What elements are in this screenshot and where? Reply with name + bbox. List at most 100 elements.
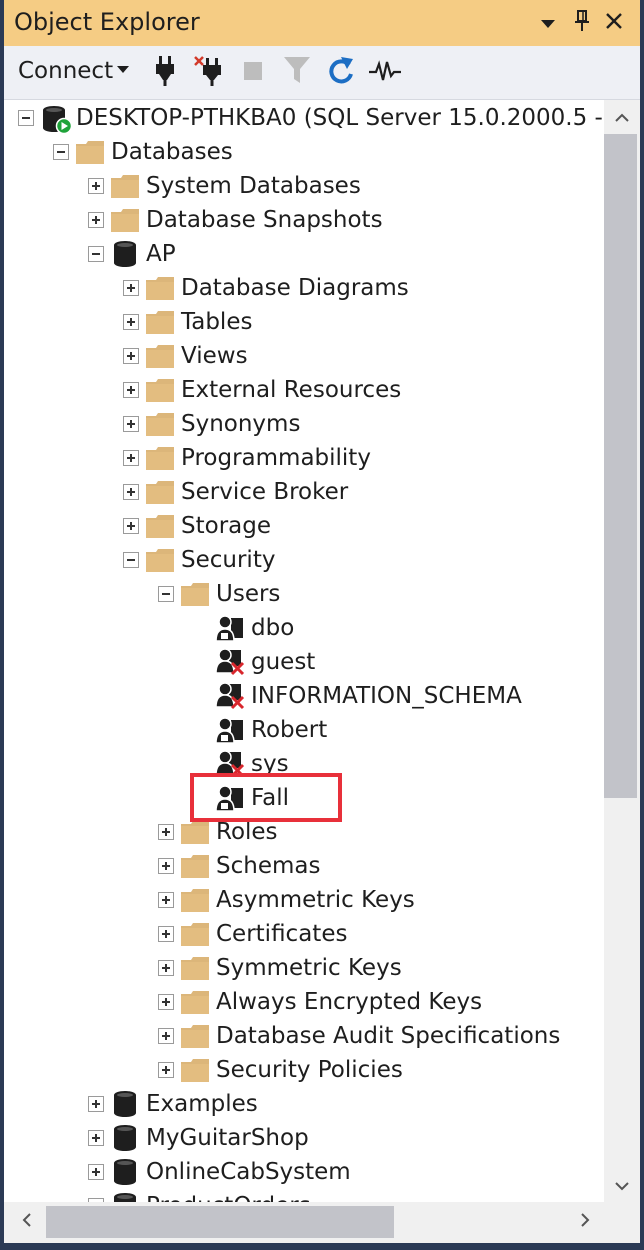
tree-node-databases[interactable]: Databases <box>4 135 604 169</box>
tree-node-certificates[interactable]: Certificates <box>4 917 604 951</box>
expand-icon[interactable] <box>123 484 139 500</box>
expand-icon[interactable] <box>158 994 174 1010</box>
folder-icon <box>180 954 210 982</box>
tree-node-asymmetric-keys[interactable]: Asymmetric Keys <box>4 883 604 917</box>
connect-object-explorer-button[interactable] <box>148 56 182 90</box>
disconnect-button[interactable] <box>192 56 226 90</box>
tree-node-label: AP <box>146 241 176 267</box>
expand-icon[interactable] <box>158 960 174 976</box>
tree-node-information-schema[interactable]: INFORMATION_SCHEMA <box>4 679 604 713</box>
user-disabled-icon <box>215 648 245 676</box>
tree-node-label: Certificates <box>216 921 348 947</box>
tree-node-symmetric-keys[interactable]: Symmetric Keys <box>4 951 604 985</box>
expand-icon[interactable] <box>88 1130 104 1146</box>
folder-icon <box>145 274 175 302</box>
pin-icon <box>574 10 590 36</box>
expand-icon[interactable] <box>88 1164 104 1180</box>
tree-node-users[interactable]: Users <box>4 577 604 611</box>
tree-node-security[interactable]: Security <box>4 543 604 577</box>
refresh-button[interactable] <box>324 56 358 90</box>
tree-node-onlinecabsystem[interactable]: OnlineCabSystem <box>4 1155 604 1189</box>
scroll-up-button[interactable] <box>604 100 640 134</box>
activity-monitor-button[interactable] <box>368 56 402 90</box>
tree-node-database-diagrams[interactable]: Database Diagrams <box>4 271 604 305</box>
tree-node-label: External Resources <box>181 377 402 403</box>
tree-node-guest[interactable]: guest <box>4 645 604 679</box>
tree-node-database-audit-specifications[interactable]: Database Audit Specifications <box>4 1019 604 1053</box>
folder-icon <box>145 308 175 336</box>
stop-icon <box>244 62 262 84</box>
expand-icon[interactable] <box>123 518 139 534</box>
connect-button[interactable]: Connect <box>18 58 130 84</box>
expand-icon[interactable] <box>123 348 139 364</box>
tree-node-examples[interactable]: Examples <box>4 1087 604 1121</box>
close-button[interactable] <box>600 8 628 38</box>
scroll-left-button[interactable] <box>10 1206 44 1238</box>
stop-button[interactable] <box>236 56 270 90</box>
collapse-icon[interactable] <box>18 110 34 126</box>
expand-icon[interactable] <box>123 314 139 330</box>
tree-node-myguitarshop[interactable]: MyGuitarShop <box>4 1121 604 1155</box>
folder-icon <box>145 376 175 404</box>
tree-node-tables[interactable]: Tables <box>4 305 604 339</box>
tree-node-always-encrypted-keys[interactable]: Always Encrypted Keys <box>4 985 604 1019</box>
tree-node-schemas[interactable]: Schemas <box>4 849 604 883</box>
tree-node-label: Views <box>181 343 248 369</box>
collapse-icon[interactable] <box>88 246 104 262</box>
tree-node-dbo[interactable]: dbo <box>4 611 604 645</box>
tree-node-robert[interactable]: Robert <box>4 713 604 747</box>
horizontal-scroll-thumb[interactable] <box>46 1206 394 1238</box>
expand-icon[interactable] <box>123 450 139 466</box>
folder-icon <box>180 1056 210 1084</box>
tree-node-security-policies[interactable]: Security Policies <box>4 1053 604 1087</box>
tree-node-programmability[interactable]: Programmability <box>4 441 604 475</box>
tree-node-ap[interactable]: AP <box>4 237 604 271</box>
tree-node-synonyms[interactable]: Synonyms <box>4 407 604 441</box>
tree-node-external-resources[interactable]: External Resources <box>4 373 604 407</box>
tree-node-label: guest <box>251 649 316 675</box>
expand-icon[interactable] <box>158 824 174 840</box>
expand-icon[interactable] <box>88 212 104 228</box>
collapse-icon[interactable] <box>158 586 174 602</box>
scroll-right-button[interactable] <box>568 1206 602 1238</box>
expand-icon[interactable] <box>158 892 174 908</box>
expand-icon[interactable] <box>123 280 139 296</box>
user-disabled-icon <box>215 682 245 710</box>
database-icon <box>110 1192 140 1202</box>
scroll-down-button[interactable] <box>604 1168 640 1202</box>
tree-node-system-databases[interactable]: System Databases <box>4 169 604 203</box>
expand-icon[interactable] <box>158 926 174 942</box>
expand-icon[interactable] <box>123 382 139 398</box>
collapse-icon[interactable] <box>123 552 139 568</box>
tree-node-storage[interactable]: Storage <box>4 509 604 543</box>
dropdown-button[interactable] <box>534 8 562 38</box>
expand-icon[interactable] <box>88 178 104 194</box>
folder-icon <box>75 138 105 166</box>
collapse-icon[interactable] <box>53 144 69 160</box>
tree-node-views[interactable]: Views <box>4 339 604 373</box>
expand-icon[interactable] <box>158 858 174 874</box>
filter-button[interactable] <box>280 56 314 90</box>
activity-pulse-icon <box>369 59 401 87</box>
tree-node-label: MyGuitarShop <box>146 1125 309 1151</box>
expand-icon[interactable] <box>123 416 139 432</box>
tree-node-productorders[interactable]: ProductOrders <box>4 1189 604 1202</box>
folder-icon <box>180 920 210 948</box>
user-icon <box>215 614 245 642</box>
tree-node-label: OnlineCabSystem <box>146 1159 351 1185</box>
tree-node-label: Tables <box>181 309 253 335</box>
folder-icon <box>180 852 210 880</box>
expand-icon[interactable] <box>88 1096 104 1112</box>
tree-node-desktop-pthkba0-sql-server-15-0-2000-5[interactable]: DESKTOP-PTHKBA0 (SQL Server 15.0.2000.5 … <box>4 101 604 135</box>
tree-node-label: Users <box>216 581 281 607</box>
tree-node-database-snapshots[interactable]: Database Snapshots <box>4 203 604 237</box>
tree-node-label: Asymmetric Keys <box>216 887 415 913</box>
folder-icon <box>180 580 210 608</box>
folder-icon <box>145 512 175 540</box>
expand-icon[interactable] <box>158 1062 174 1078</box>
expand-icon[interactable] <box>158 1028 174 1044</box>
vertical-scroll-thumb[interactable] <box>604 134 637 798</box>
tree-node-service-broker[interactable]: Service Broker <box>4 475 604 509</box>
tree-node-label: Databases <box>111 139 233 165</box>
pin-button[interactable] <box>568 8 596 38</box>
